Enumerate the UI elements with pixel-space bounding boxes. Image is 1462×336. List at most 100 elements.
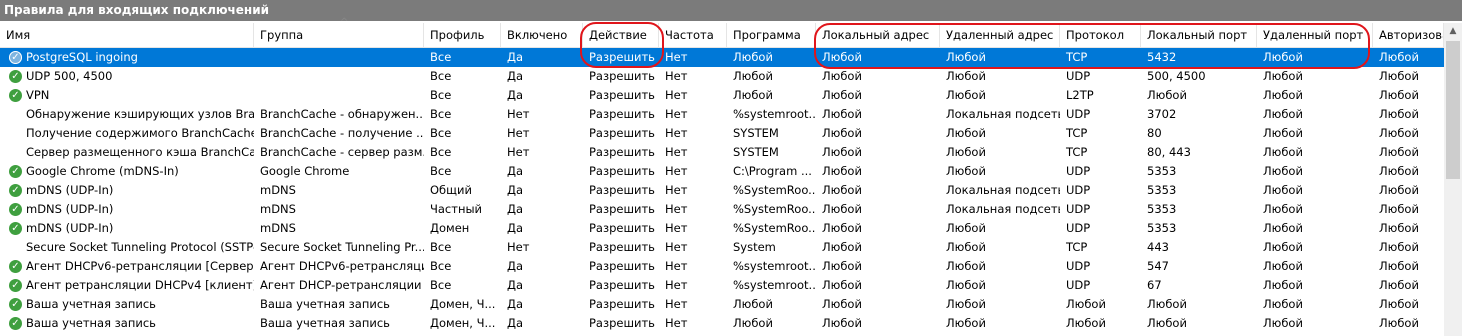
column-header-enabled[interactable]: Включено [501, 23, 583, 47]
cell-program: Любой [733, 316, 773, 330]
cell-remote-address: Любой [946, 126, 986, 140]
scrollbar-thumb[interactable] [1446, 41, 1460, 179]
table-row[interactable]: Получение содержимого BranchCache ... Bra… [0, 124, 1444, 143]
cell-name: mDNS (UDP-In) [26, 183, 114, 197]
cell-remote-address: Локальная подсеть [946, 183, 1060, 197]
table-row[interactable]: Secure Socket Tunneling Protocol (SSTP-.… [0, 238, 1444, 257]
cell-frequency: Нет [665, 240, 688, 254]
column-header-remote-port[interactable]: Удаленный порт [1257, 23, 1373, 47]
cell-name: Получение содержимого BranchCache ... [26, 126, 254, 140]
panel-title: Правила для входящих подключений [4, 3, 270, 17]
cell-enabled: Да [507, 278, 524, 292]
cell-authorized: Любой [1379, 316, 1419, 330]
table-row[interactable]: ✓ mDNS (UDP-In) mDNS Домен Да Разрешить Нет %Sy… [0, 219, 1444, 238]
cell-remote-port: Любой [1263, 221, 1303, 235]
table-row[interactable]: ✓ mDNS (UDP-In) mDNS Частный Да Разрешить Нет%… [0, 200, 1444, 219]
cell-local-address: Любой [822, 107, 862, 121]
cell-protocol: UDP [1066, 221, 1091, 235]
cell-local-port: 5353 [1147, 221, 1177, 235]
cell-protocol: Любой [1066, 316, 1106, 330]
table-row[interactable]: ✓ UDP 500, 4500 Все Да Разрешить Нет Любой Любо… [0, 67, 1444, 86]
cell-remote-address: Любой [946, 297, 986, 311]
table-row[interactable]: ✓ Google Chrome (mDNS-In) Google Chrome Все… [0, 162, 1444, 181]
cell-protocol: UDP [1066, 107, 1091, 121]
cell-enabled: Нет [507, 145, 530, 159]
cell-frequency: Нет [665, 259, 688, 273]
cell-program: %systemroot... [733, 278, 816, 292]
table-row[interactable]: Обнаружение кэширующих узлов Bran... Bran… [0, 105, 1444, 124]
cell-enabled: Да [507, 297, 524, 311]
table-row[interactable]: ✓ Ваша учетная запись Ваша учетная запись Д… [0, 314, 1444, 333]
cell-remote-port: Любой [1263, 164, 1303, 178]
cell-protocol: TCP [1066, 126, 1088, 140]
cell-local-port: 443 [1147, 240, 1169, 254]
column-header-local-address[interactable]: Локальный адрес [816, 23, 940, 47]
cell-profile: Все [430, 164, 452, 178]
cell-action: Разрешить [589, 316, 655, 330]
cell-protocol: UDP [1066, 259, 1091, 273]
scroll-up-arrow-icon[interactable]: ▲ [1444, 23, 1462, 40]
cell-frequency: Нет [665, 69, 688, 83]
column-header-remote-address[interactable]: Удаленный адрес [940, 23, 1060, 47]
cell-local-port: Любой [1147, 316, 1187, 330]
table-row[interactable]: ✓ Ваша учетная запись Ваша учетная запись Д… [0, 295, 1444, 314]
cell-authorized: Любой [1379, 202, 1419, 216]
cell-profile: Все [430, 240, 452, 254]
table-row[interactable]: ✓ mDNS (UDP-In) mDNS Общий Да Разрешить Нет %Sy… [0, 181, 1444, 200]
cell-profile: Домен, Ч... [430, 297, 496, 311]
cell-program: System [733, 240, 776, 254]
column-header-program[interactable]: Программа [727, 23, 816, 47]
column-header-group[interactable]: Группа [254, 23, 424, 47]
column-header-local-port[interactable]: Локальный порт [1141, 23, 1257, 47]
rules-table-body: ✓ PostgreSQL ingoing Все Да Разрешить Нет Любо… [0, 48, 1444, 333]
cell-remote-address: Любой [946, 221, 986, 235]
cell-program: Любой [733, 69, 773, 83]
column-header-frequency[interactable]: Частота [659, 23, 727, 47]
cell-profile: Все [430, 88, 452, 102]
column-header-name[interactable]: Имя [0, 23, 254, 47]
cell-enabled: Да [507, 316, 524, 330]
cell-remote-port: Любой [1263, 145, 1303, 159]
table-row[interactable]: ✓ Агент DHCPv6-ретрансляции [Сервер] ... А… [0, 257, 1444, 276]
table-row[interactable]: ✓ PostgreSQL ingoing Все Да Разрешить Нет Любо… [0, 48, 1444, 67]
cell-enabled: Да [507, 164, 524, 178]
cell-local-address: Любой [822, 69, 862, 83]
column-header-action[interactable]: Действие [583, 23, 659, 47]
cell-frequency: Нет [665, 107, 688, 121]
panel-title-bar: Правила для входящих подключений [0, 0, 1462, 21]
cell-action: Разрешить [589, 240, 655, 254]
cell-name: Агент ретрансляции DHCPv4 [клиент] (... [26, 278, 254, 292]
cell-profile: Все [430, 69, 452, 83]
table-row[interactable]: ✓ VPN Все Да Разрешить Нет Любой Любой Любой L2TP… [0, 86, 1444, 105]
cell-action: Разрешить [589, 297, 655, 311]
table-row[interactable]: ✓ Агент ретрансляции DHCPv4 [клиент] (...… [0, 276, 1444, 295]
vertical-scrollbar[interactable]: ▲ [1444, 23, 1462, 336]
cell-frequency: Нет [665, 221, 688, 235]
cell-remote-port: Любой [1263, 278, 1303, 292]
cell-action: Разрешить [589, 88, 655, 102]
cell-group: mDNS [260, 202, 296, 216]
table-row[interactable]: Сервер размещенного кэша BranchCa... Bran… [0, 143, 1444, 162]
cell-action: Разрешить [589, 145, 655, 159]
column-header-protocol[interactable]: Протокол [1060, 23, 1141, 47]
cell-enabled: Да [507, 221, 524, 235]
cell-frequency: Нет [665, 297, 688, 311]
cell-local-port: 80 [1147, 126, 1162, 140]
cell-name: Secure Socket Tunneling Protocol (SSTP-.… [26, 240, 254, 254]
cell-authorized: Любой [1379, 107, 1419, 121]
cell-action: Разрешить [589, 50, 655, 64]
cell-name: mDNS (UDP-In) [26, 202, 114, 216]
cell-local-address: Любой [822, 221, 862, 235]
cell-name: UDP 500, 4500 [26, 69, 113, 83]
column-header-profile[interactable]: Профиль [424, 23, 501, 47]
column-header-authorized[interactable]: Авторизова [1373, 23, 1444, 47]
cell-local-port: 67 [1147, 278, 1162, 292]
cell-remote-address: Любой [946, 164, 986, 178]
sort-up-icon: ^ [340, 17, 349, 28]
cell-authorized: Любой [1379, 126, 1419, 140]
cell-action: Разрешить [589, 126, 655, 140]
cell-program: Любой [733, 297, 773, 311]
cell-enabled: Да [507, 259, 524, 273]
cell-program: %systemroot... [733, 259, 816, 273]
cell-group: BranchCache - обнаружен... [260, 107, 424, 121]
